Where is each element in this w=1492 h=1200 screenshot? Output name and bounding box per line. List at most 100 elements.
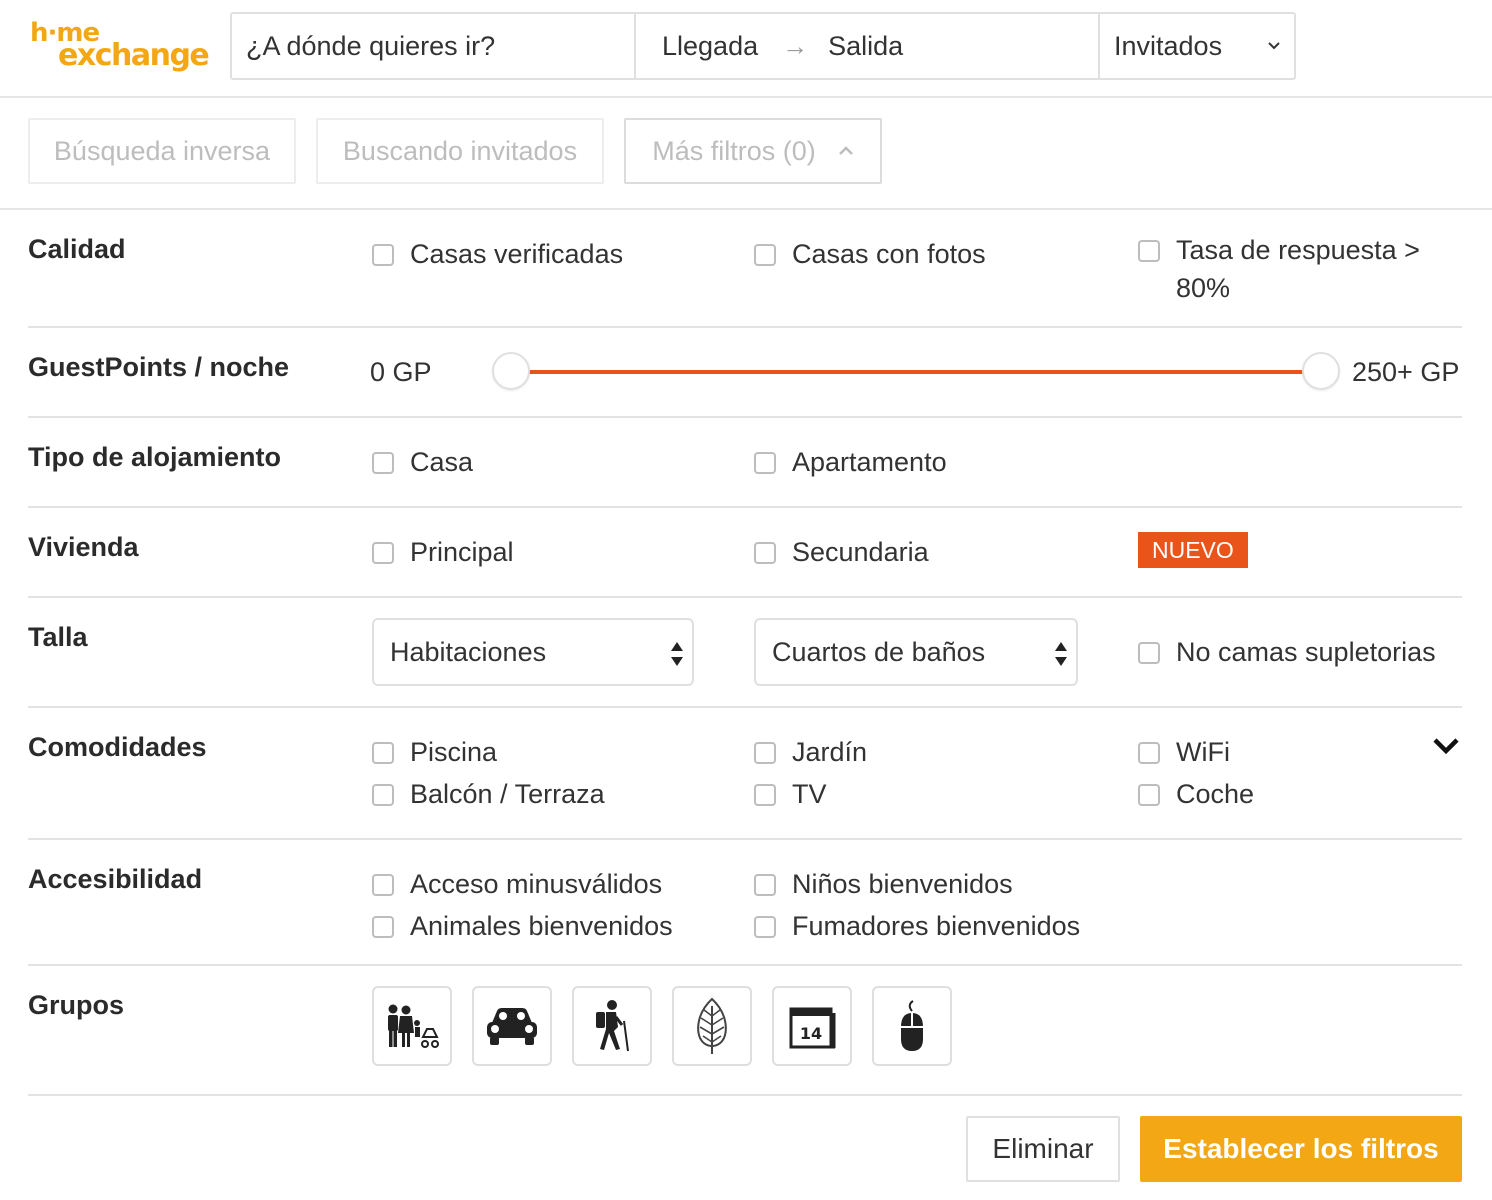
bedrooms-label: Habitaciones bbox=[390, 636, 547, 667]
car-checkbox[interactable]: Coche bbox=[1138, 775, 1254, 813]
slider-max-handle[interactable] bbox=[1302, 352, 1340, 390]
option-label: Coche bbox=[1176, 779, 1255, 809]
wifi-checkbox[interactable]: WiFi bbox=[1138, 733, 1230, 771]
destination-input[interactable]: ¿A dónde quieres ir? bbox=[232, 14, 636, 78]
new-badge: NUEVO bbox=[1138, 532, 1248, 568]
bathrooms-select[interactable]: Cuartos de baños bbox=[754, 618, 1078, 686]
apply-filters-button[interactable]: Establecer los filtros bbox=[1140, 1116, 1462, 1182]
option-label: No camas supletorias bbox=[1176, 637, 1436, 667]
apartment-checkbox[interactable]: Apartamento bbox=[754, 443, 947, 481]
group-family-button[interactable] bbox=[372, 986, 452, 1066]
guestpoints-max-label: 250+ GP bbox=[1352, 357, 1460, 387]
clear-filters-button[interactable]: Eliminar bbox=[966, 1116, 1120, 1182]
group-roadtrip-button[interactable] bbox=[472, 986, 552, 1066]
departure-date[interactable]: Salida bbox=[828, 31, 903, 62]
slider-min-handle[interactable] bbox=[492, 352, 530, 390]
smokers-welcome-checkbox[interactable]: Fumadores bienvenidos bbox=[754, 907, 1080, 945]
option-label: Tasa de respuesta > 80% bbox=[1176, 231, 1420, 307]
option-label: Acceso minusválidos bbox=[410, 869, 663, 899]
homeexchange-logo[interactable]: h·me exchange bbox=[30, 18, 210, 78]
looking-guests-label: Buscando invitados bbox=[342, 135, 578, 166]
pets-welcome-checkbox[interactable]: Animales bienvenidos bbox=[372, 907, 673, 945]
disabled-access-checkbox[interactable]: Acceso minusválidos bbox=[372, 865, 662, 903]
checkbox[interactable] bbox=[372, 452, 394, 474]
checkbox[interactable] bbox=[754, 784, 776, 806]
checkbox[interactable] bbox=[1138, 784, 1160, 806]
chevron-up-icon bbox=[838, 146, 853, 155]
checkbox[interactable] bbox=[1138, 742, 1160, 764]
family-icon bbox=[388, 1004, 439, 1048]
checkbox[interactable] bbox=[754, 874, 776, 896]
checkbox[interactable] bbox=[1138, 642, 1160, 664]
checkbox[interactable] bbox=[1138, 240, 1160, 262]
checkbox[interactable] bbox=[372, 742, 394, 764]
top-header: h·me exchange ¿A dónde quieres ir? Llega… bbox=[0, 0, 1492, 98]
more-filters-button[interactable]: Más filtros (0) bbox=[624, 118, 882, 184]
car-icon bbox=[487, 1008, 537, 1045]
no-extra-beds-checkbox[interactable]: No camas supletorias bbox=[1138, 633, 1436, 671]
checkbox[interactable] bbox=[372, 542, 394, 564]
response-rate-line2: 80% bbox=[1176, 273, 1231, 303]
logo-line2: exchange bbox=[58, 38, 210, 73]
accommodation-type-title: Tipo de alojamiento bbox=[28, 442, 282, 472]
guestpoints-slider-track[interactable] bbox=[512, 370, 1320, 374]
option-label: WiFi bbox=[1176, 737, 1230, 767]
pool-checkbox[interactable]: Piscina bbox=[372, 733, 497, 771]
guests-select[interactable]: Invitados bbox=[1100, 14, 1294, 78]
groups-title: Grupos bbox=[28, 990, 125, 1020]
children-welcome-checkbox[interactable]: Niños bienvenidos bbox=[754, 865, 1013, 903]
more-filters-label: Más filtros (0) bbox=[652, 135, 816, 166]
option-label: Balcón / Terraza bbox=[410, 779, 605, 809]
response-rate-checkbox[interactable]: Tasa de respuesta > 80% bbox=[1138, 231, 1420, 307]
option-label: Secundaria bbox=[792, 537, 929, 567]
row-divider bbox=[28, 506, 1462, 508]
checkbox[interactable] bbox=[754, 742, 776, 764]
reverse-search-button[interactable]: Búsqueda inversa bbox=[28, 118, 296, 184]
guestpoints-title: GuestPoints / noche bbox=[28, 352, 290, 382]
checkbox[interactable] bbox=[372, 244, 394, 266]
sort-arrows-icon bbox=[1055, 642, 1067, 666]
group-remote-work-button[interactable] bbox=[872, 986, 952, 1066]
residence-title: Vivienda bbox=[28, 532, 139, 562]
chevron-down-icon bbox=[1268, 42, 1280, 50]
option-label: Piscina bbox=[410, 737, 498, 767]
option-label: Principal bbox=[410, 537, 514, 567]
sort-arrows-icon bbox=[671, 642, 683, 666]
group-hiking-button[interactable] bbox=[572, 986, 652, 1066]
calendar-icon: 14 bbox=[789, 1007, 836, 1049]
verified-homes-checkbox[interactable]: Casas verificadas bbox=[372, 235, 623, 273]
option-label: Apartamento bbox=[792, 447, 947, 477]
option-label: TV bbox=[792, 779, 827, 809]
checkbox[interactable] bbox=[754, 542, 776, 564]
homes-with-photos-checkbox[interactable]: Casas con fotos bbox=[754, 235, 986, 273]
guestpoints-min-label: 0 GP bbox=[370, 357, 432, 387]
hiker-icon bbox=[596, 1000, 629, 1052]
secondary-residence-checkbox[interactable]: Secundaria bbox=[754, 533, 929, 571]
arrival-date[interactable]: Llegada bbox=[662, 31, 758, 62]
checkbox[interactable] bbox=[754, 452, 776, 474]
group-long-stay-button[interactable]: 14 bbox=[772, 986, 852, 1066]
option-label: Casas verificadas bbox=[410, 239, 624, 269]
looking-guests-button[interactable]: Buscando invitados bbox=[316, 118, 604, 184]
bathrooms-label: Cuartos de baños bbox=[772, 636, 986, 667]
calendar-day: 14 bbox=[800, 1024, 822, 1043]
reverse-search-label: Búsqueda inversa bbox=[53, 135, 271, 166]
checkbox[interactable] bbox=[372, 916, 394, 938]
row-divider bbox=[28, 416, 1462, 418]
expand-chevron-icon[interactable] bbox=[1432, 737, 1460, 755]
garden-checkbox[interactable]: Jardín bbox=[754, 733, 867, 771]
house-checkbox[interactable]: Casa bbox=[372, 443, 473, 481]
date-range-picker[interactable]: Llegada → Salida bbox=[636, 14, 1100, 78]
row-divider bbox=[28, 838, 1462, 840]
checkbox[interactable] bbox=[754, 244, 776, 266]
group-nature-button[interactable] bbox=[672, 986, 752, 1066]
destination-placeholder: ¿A dónde quieres ir? bbox=[246, 30, 496, 61]
tv-checkbox[interactable]: TV bbox=[754, 775, 827, 813]
bedrooms-select[interactable]: Habitaciones bbox=[372, 618, 694, 686]
checkbox[interactable] bbox=[754, 916, 776, 938]
checkbox[interactable] bbox=[372, 784, 394, 806]
primary-residence-checkbox[interactable]: Principal bbox=[372, 533, 514, 571]
row-divider bbox=[28, 706, 1462, 708]
checkbox[interactable] bbox=[372, 874, 394, 896]
balcony-checkbox[interactable]: Balcón / Terraza bbox=[372, 775, 605, 813]
